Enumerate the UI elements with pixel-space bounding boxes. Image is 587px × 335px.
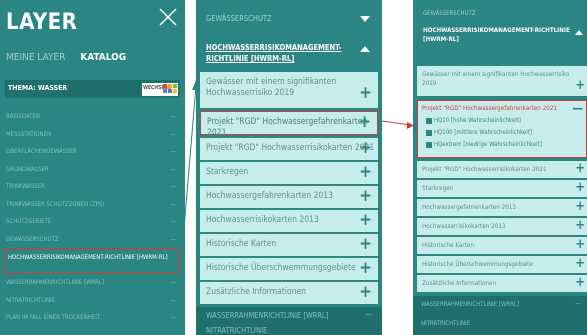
- checkbox-icon[interactable]: [426, 117, 432, 124]
- add-icon[interactable]: +: [359, 164, 372, 181]
- add-icon[interactable]: +: [575, 219, 585, 232]
- chevron-down-icon: —: [169, 147, 177, 156]
- hwrm-panel: GEWÄSSERSCHUTZ HOCHWASSERRISIKOMANAGEMEN…: [196, 0, 382, 335]
- add-icon[interactable]: +: [575, 162, 585, 175]
- sublayer-item[interactable]: HQextrem [niedrige Wahrscheinlichkeit]: [426, 141, 542, 148]
- layer-item-expanded[interactable]: Projekt "RGD" Hochwassergefahrenkarten 2…: [422, 105, 557, 112]
- layer-item[interactable]: Hochwasserrisikokarten 2013 +: [200, 210, 378, 232]
- layer-item[interactable]: Historische Karten +: [200, 234, 378, 256]
- chevron-down-icon: —: [169, 199, 177, 209]
- chevron-down-icon: —: [169, 295, 177, 305]
- add-icon[interactable]: +: [359, 236, 372, 253]
- layer-item[interactable]: Hochwasserrisikokarten 2013 +: [417, 218, 587, 235]
- layer-item[interactable]: Starkregen +: [200, 162, 378, 184]
- add-icon[interactable]: +: [359, 260, 372, 277]
- catalog-item[interactable]: PLAN IM FALL EINER TROCKENHEIT —: [0, 309, 185, 327]
- hwrm-expanded-panel: GEWÄSSERSCHUTZ HOCHWASSERRISIKOMANAGEMEN…: [413, 0, 587, 335]
- layer-item[interactable]: Historische Überschwemmungsgebiete +: [200, 258, 378, 280]
- catalog-item[interactable]: BASISDATEN —: [0, 108, 185, 126]
- color-swatch-icon: [163, 84, 167, 88]
- catalog-item[interactable]: OBERFLÄCHENGEWÄSSER —: [0, 143, 185, 161]
- add-icon[interactable]: +: [575, 79, 585, 92]
- catalog-item[interactable]: NITRATRICHTLINIE —: [0, 292, 185, 310]
- color-swatch-icon: [163, 89, 167, 93]
- add-icon[interactable]: +: [359, 284, 372, 301]
- add-icon[interactable]: +: [575, 181, 585, 194]
- chevron-down-icon: —: [169, 234, 177, 244]
- add-icon[interactable]: +: [575, 238, 585, 251]
- add-icon[interactable]: +: [358, 114, 371, 131]
- chevron-down-icon: —: [169, 129, 177, 139]
- layer-item-selected[interactable]: Projekt "RGD" Hochwassergefahrenkarten 2…: [200, 111, 378, 138]
- chevron-up-icon: [575, 30, 583, 35]
- layer-item[interactable]: Projekt "RGD" Hochwasserrisikokarten 202…: [200, 138, 378, 160]
- section-header[interactable]: WASSERRAHMENRICHTLINIE [WRRL] —: [196, 307, 382, 323]
- add-icon[interactable]: +: [575, 276, 585, 289]
- layer-item[interactable]: Hochwassergefahrenkarten 2013 +: [200, 186, 378, 208]
- catalog-list: BASISDATEN — MESSSTATIONEN — OBERFLÄCHENGE…: [0, 108, 185, 327]
- chevron-down-icon: —: [169, 217, 177, 226]
- sublayer-item[interactable]: HQ100 [mittlere Wahrscheinlichkeit]: [426, 129, 532, 136]
- chevron-down-icon: —: [365, 310, 372, 319]
- catalog-item[interactable]: SCHUTZGEBIETE —: [0, 213, 185, 231]
- panel-title: LAYER: [6, 10, 78, 35]
- chevron-up-icon: [360, 46, 370, 52]
- switch-theme-button[interactable]: WECHSELN: [142, 83, 178, 96]
- catalog-item[interactable]: WASSERRAHMENRICHTLINIE [WRRL] —: [0, 274, 185, 292]
- add-icon[interactable]: +: [359, 85, 372, 102]
- tab-bar: MEINE LAYER KATALOG: [6, 52, 138, 63]
- checkbox-icon[interactable]: [426, 129, 432, 136]
- chevron-down-icon: [360, 16, 370, 22]
- layer-item[interactable]: Historische Karten +: [417, 237, 587, 254]
- checkbox-icon[interactable]: [426, 141, 432, 148]
- arrow-icon: [381, 120, 414, 129]
- add-icon[interactable]: +: [359, 188, 372, 205]
- layer-item[interactable]: Zusätzliche Informationen +: [417, 275, 587, 292]
- color-swatch-icon: [173, 84, 177, 88]
- color-swatch-icon: [168, 84, 172, 88]
- layer-item[interactable]: Gewässer mit einem signifikanten Hochwas…: [417, 66, 587, 96]
- chevron-down-icon: —: [575, 300, 581, 307]
- catalog-item[interactable]: GRUNDWASSER —: [0, 161, 185, 179]
- expanded-layer-group: Projekt "RGD" Hochwassergefahrenkarten 2…: [417, 100, 587, 158]
- chevron-down-icon: —: [169, 164, 177, 174]
- catalog-item[interactable]: TRINKWASSER —: [0, 178, 185, 196]
- close-icon[interactable]: [157, 6, 179, 28]
- section-header[interactable]: NITRATRICHTLINIE: [196, 323, 382, 335]
- section-header[interactable]: WASSERRAHMENRICHTLINIE [WRRL] —: [413, 296, 587, 314]
- add-icon[interactable]: +: [575, 257, 585, 270]
- layer-item[interactable]: Starkregen +: [417, 180, 587, 197]
- catalog-item-hwrm[interactable]: HOCHWASSERRISIKOMANAGEMENT-RICHTLINIE [H…: [4, 248, 179, 274]
- catalog-item[interactable]: GEWÄSSERSCHUTZ —: [0, 231, 185, 249]
- section-header[interactable]: NITRATRICHTLINIE: [413, 314, 587, 335]
- tab-meine-layer[interactable]: MEINE LAYER: [6, 52, 65, 63]
- chevron-down-icon: —: [169, 313, 177, 322]
- subsection-header[interactable]: HOCHWASSERRISIKOMANAGEMENT-RICHTLINIE [H…: [196, 38, 382, 68]
- chevron-down-icon: —: [169, 278, 177, 287]
- layer-item[interactable]: Zusätzliche Informationen +: [200, 282, 378, 304]
- color-swatch-icon: [168, 89, 172, 93]
- add-icon[interactable]: +: [359, 140, 372, 157]
- section-header[interactable]: GEWÄSSERSCHUTZ: [196, 0, 382, 38]
- catalog-item[interactable]: TRINKWASSER SCHUTZZONEN (ZPS) —: [0, 196, 185, 214]
- layer-item[interactable]: Projekt "RGD" Hochwasserrisikokarten 202…: [417, 161, 587, 178]
- color-swatch-icon: [173, 89, 177, 93]
- chevron-down-icon: —: [169, 182, 177, 191]
- tab-katalog[interactable]: KATALOG: [80, 52, 126, 63]
- add-icon[interactable]: +: [359, 212, 372, 229]
- chevron-down-icon: —: [169, 112, 177, 121]
- layer-panel: LAYER MEINE LAYER KATALOG THEMA: WASSER …: [0, 0, 185, 335]
- catalog-item[interactable]: MESSSTATIONEN —: [0, 126, 185, 144]
- theme-label: THEMA: WASSER: [8, 84, 68, 92]
- subsection-header[interactable]: HOCHWASSERRISIKOMANAGEMENT-RICHTLINIE [H…: [413, 0, 587, 52]
- layer-item[interactable]: Historische Überschwemmungsgebiete +: [417, 256, 587, 273]
- sublayer-item[interactable]: HQ10 [hohe Wahrscheinlichkeit]: [426, 117, 521, 124]
- theme-bar: THEMA: WASSER WECHSELN: [5, 80, 180, 98]
- collapse-icon[interactable]: —: [572, 101, 583, 115]
- layer-item[interactable]: Hochwassergefahrenkarten 2013 +: [417, 199, 587, 216]
- layer-item[interactable]: Gewässer mit einem signifikanten Hochwas…: [200, 72, 378, 108]
- add-icon[interactable]: +: [575, 200, 585, 213]
